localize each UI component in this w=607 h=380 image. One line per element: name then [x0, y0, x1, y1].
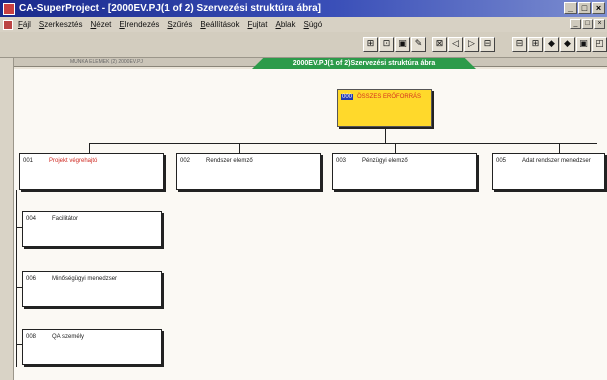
menu-help[interactable]: Súgó	[304, 20, 323, 29]
node-code: 003	[336, 158, 347, 164]
document-icon[interactable]	[3, 19, 13, 30]
node-label: Pénzügyi elemző	[362, 158, 408, 164]
menu-arrange[interactable]: Elrendezés	[119, 20, 159, 29]
toolbar-layout-icon[interactable]: ▣	[576, 37, 591, 52]
org-node-004[interactable]: 004 Facilitátor	[22, 211, 162, 247]
toolbar-expand-icon[interactable]: ⊞	[363, 37, 378, 52]
org-node-001[interactable]: 001 Projekt végrehajtó	[19, 153, 164, 190]
left-rail	[0, 58, 14, 380]
node-code: 002	[180, 158, 191, 164]
menu-file[interactable]: Fájl	[18, 20, 31, 29]
toolbar-plus-icon[interactable]: ⊞	[528, 37, 543, 52]
node-label: Projekt végrehajtó	[49, 158, 98, 164]
org-node-006[interactable]: 006 Minőségügyi menedzser	[22, 271, 162, 307]
toolbar: ⊞ ⊡ ▣ ✎ ⊠ ◁ ▷ ⊟ ⊟ ⊞ ◆ ◆ ▣ ◰	[0, 32, 607, 58]
maximize-button[interactable]: □	[578, 2, 591, 14]
connector-002	[239, 143, 240, 153]
org-node-005[interactable]: 005 Adat rendszer menedzser	[492, 153, 605, 190]
node-code: 000	[341, 94, 354, 100]
menu-settings[interactable]: Beállítások	[200, 20, 239, 29]
menu-window[interactable]: Ablak	[275, 20, 295, 29]
menu-run[interactable]: Fujtat	[247, 20, 267, 29]
connector-005	[559, 143, 560, 153]
node-label: Adat rendszer menedzser	[522, 158, 591, 164]
org-node-002[interactable]: 002 Rendszer elemző	[176, 153, 321, 190]
doc-close-button[interactable]: ×	[594, 19, 605, 29]
connector-001	[89, 143, 90, 153]
toolbar-minus-icon[interactable]: ⊟	[512, 37, 527, 52]
sheet-tab[interactable]: 2000EV.PJ(1 of 2)Szervezési struktúra áb…	[252, 58, 476, 69]
toolbar-right-icon[interactable]: ▷	[464, 37, 479, 52]
toolbar-collapse-icon[interactable]: ⊡	[379, 37, 394, 52]
connector-children-vertical	[16, 190, 17, 367]
node-label: QA személy	[52, 334, 85, 340]
node-code: 001	[23, 158, 34, 164]
menu-edit[interactable]: Szerkesztés	[39, 20, 83, 29]
node-code: 008	[26, 334, 37, 340]
toolbar-box-icon[interactable]: ▣	[395, 37, 410, 52]
connector-horizontal	[89, 143, 597, 144]
connector-003	[395, 143, 396, 153]
node-label: ÖSSZES ERŐFORRÁS	[357, 94, 422, 100]
close-button[interactable]: ×	[592, 2, 605, 14]
node-label: Facilitátor	[52, 216, 79, 222]
org-node-003[interactable]: 003 Pénzügyi elemző	[332, 153, 477, 190]
node-label: Minőségügyi menedzser	[52, 276, 118, 282]
org-node-008[interactable]: 008 QA személy	[22, 329, 162, 365]
org-node-root[interactable]: 000 ÖSSZES ERŐFORRÁS	[337, 89, 432, 127]
node-label: Rendszer elemző	[206, 158, 253, 164]
window-title-bar: CA-SuperProject - [2000EV.PJ(1 of 2) Sze…	[0, 0, 607, 17]
toolbar-fit-icon[interactable]: ⊟	[480, 37, 495, 52]
node-code: 004	[26, 216, 37, 222]
doc-restore-button[interactable]: □	[582, 19, 593, 29]
doc-minimize-button[interactable]: _	[570, 19, 581, 29]
menu-bar: Fájl Szerkesztés Nézet Elrendezés Szűrés…	[0, 17, 607, 32]
app-icon	[3, 2, 15, 15]
menu-filter[interactable]: Szűrés	[167, 20, 192, 29]
toolbar-zoom-icon[interactable]: ⊠	[432, 37, 447, 52]
org-chart-canvas: 000 ÖSSZES ERŐFORRÁS 001 Projekt végreha…	[14, 69, 607, 380]
toolbar-edit-icon[interactable]: ✎	[411, 37, 426, 52]
window-title: CA-SuperProject - [2000EV.PJ(1 of 2) Sze…	[19, 3, 321, 14]
connector-root	[385, 127, 386, 143]
menu-view[interactable]: Nézet	[90, 20, 111, 29]
node-code: 006	[26, 276, 37, 282]
toolbar-grid-icon[interactable]: ◰	[592, 37, 607, 52]
toolbar-diamond2-icon[interactable]: ◆	[560, 37, 575, 52]
toolbar-diamond-icon[interactable]: ◆	[544, 37, 559, 52]
node-code: 005	[496, 158, 507, 164]
minimize-button[interactable]: _	[564, 2, 577, 14]
toolbar-left-icon[interactable]: ◁	[448, 37, 463, 52]
